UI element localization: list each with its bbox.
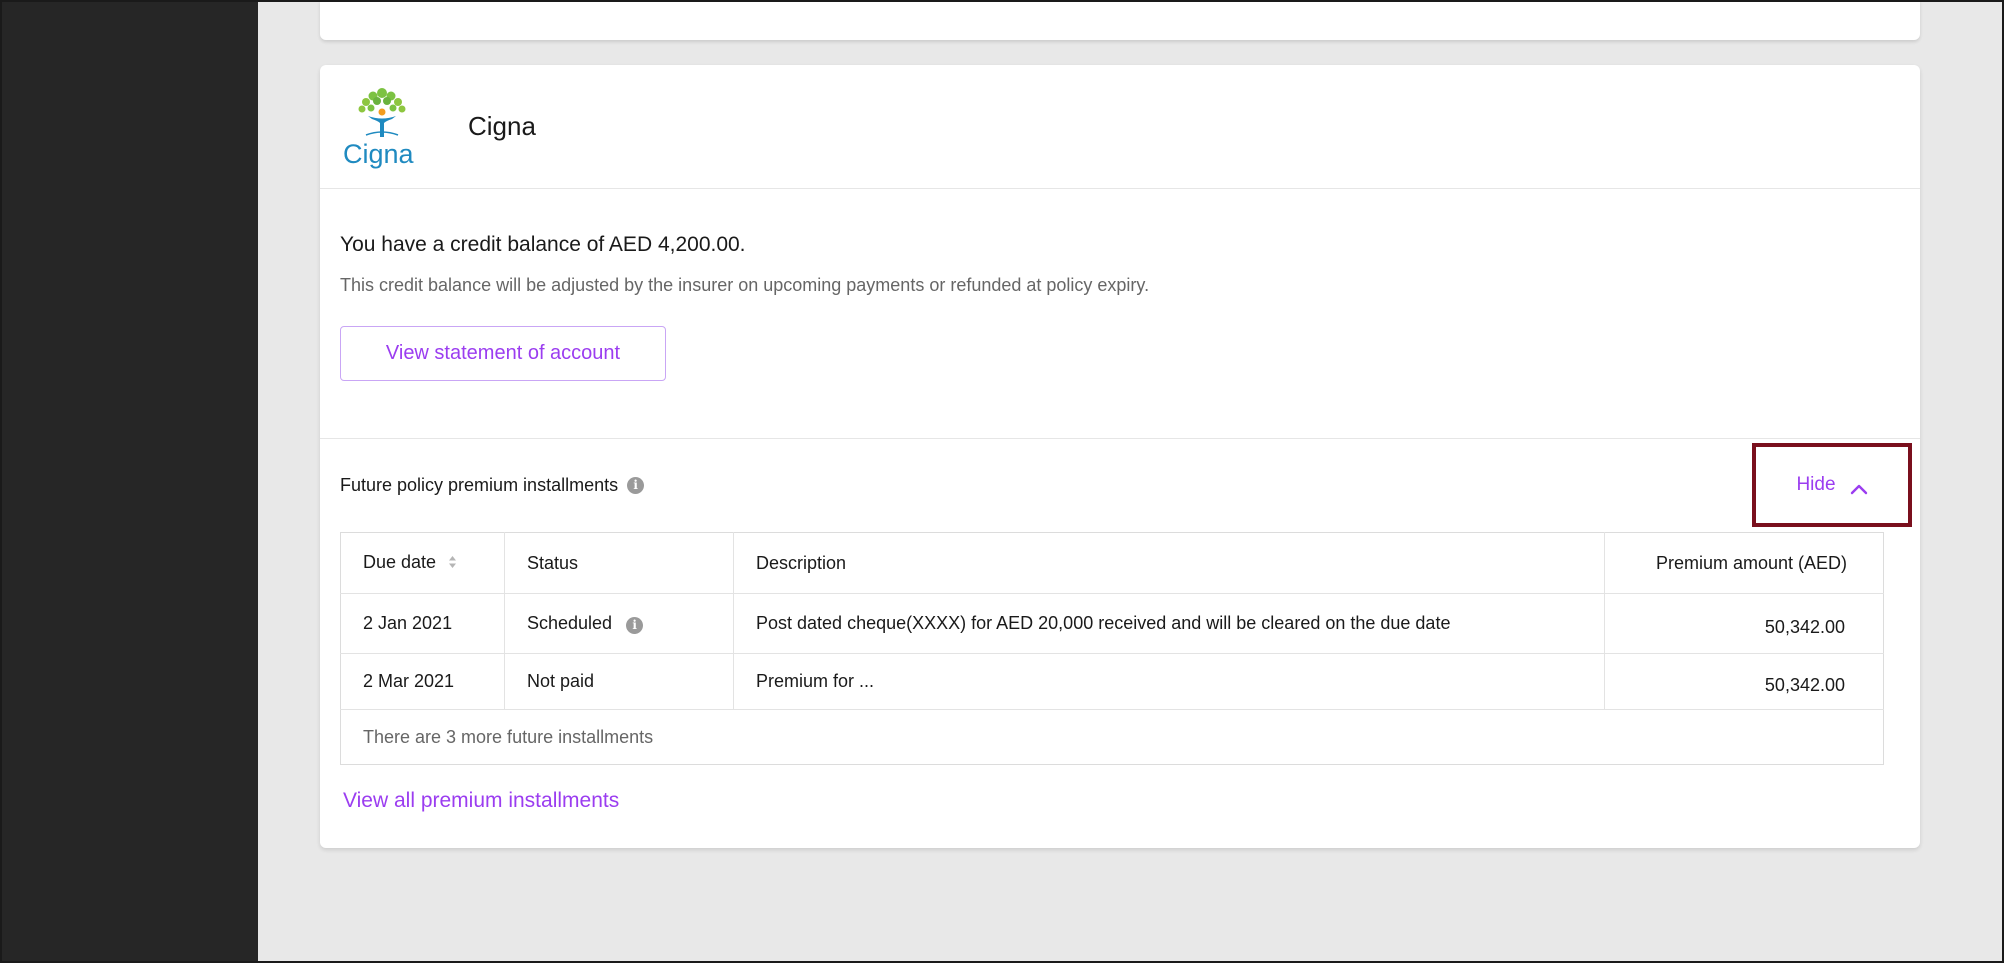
table-row: 2 Mar 2021 Not paid Premium for ... 50,3…: [340, 653, 1884, 710]
row-amount: 50,342.00: [1604, 593, 1884, 654]
column-header-description: Description: [733, 532, 1605, 594]
left-dark-panel: [0, 0, 258, 963]
row-amount: 50,342.00: [1604, 653, 1884, 710]
credit-balance-section: You have a credit balance of AED 4,200.0…: [320, 189, 1920, 439]
hide-label: Hide: [1796, 474, 1836, 495]
row-description: Post dated cheque(XXXX) for AED 20,000 r…: [733, 593, 1605, 654]
row-due-date: 2 Jan 2021: [340, 593, 505, 654]
future-installments-title-text: Future policy premium installments: [340, 475, 619, 495]
column-header-status: Status: [504, 532, 734, 594]
credit-balance-title: You have a credit balance of AED 4,200.0…: [340, 233, 746, 256]
sort-icon[interactable]: [448, 553, 457, 574]
future-installments-header: Future policy premium installments i: [340, 439, 1900, 532]
row-due-date: 2 Mar 2021: [340, 653, 505, 710]
column-header-due-date[interactable]: Due date: [340, 532, 505, 594]
info-icon[interactable]: i: [627, 477, 645, 494]
cigna-logo-icon: Cigna: [342, 85, 422, 169]
installments-table: Due date Status Description Premium amou…: [340, 532, 1884, 765]
row-status-text: Scheduled: [527, 613, 613, 633]
insurer-name: Cigna: [468, 111, 536, 141]
credit-balance-description: This credit balance will be adjusted by …: [340, 275, 1150, 295]
row-status: Not paid: [504, 653, 734, 710]
main-content: Cigna Cigna You have a credit balance of…: [258, 0, 2004, 963]
insurer-card: Cigna Cigna You have a credit balance of…: [320, 65, 1920, 848]
row-status: Scheduled i: [504, 593, 734, 654]
svg-text:Cigna: Cigna: [343, 139, 415, 169]
previous-card: [320, 0, 1920, 40]
due-date-header-label: Due date: [363, 552, 437, 573]
table-footer-row: There are 3 more future installments: [341, 710, 1884, 765]
view-all-installments-link[interactable]: View all premium installments: [343, 789, 619, 813]
future-installments-section: Future policy premium installments i Hid…: [320, 439, 1920, 813]
info-icon[interactable]: i: [626, 617, 644, 634]
chevron-up-icon: [1850, 479, 1868, 495]
table-header-row: Due date Status Description Premium amou…: [340, 532, 1884, 594]
column-header-amount: Premium amount (AED): [1604, 532, 1884, 594]
hide-toggle-button[interactable]: Hide: [1752, 443, 1912, 527]
card-header: Cigna Cigna: [320, 65, 1920, 189]
row-description: Premium for ...: [733, 653, 1605, 710]
future-installments-title: Future policy premium installments i: [340, 475, 645, 496]
table-row: 2 Jan 2021 Scheduled i Post dated cheque…: [340, 593, 1884, 654]
more-installments-note: There are 3 more future installments: [363, 726, 654, 747]
view-statement-button[interactable]: View statement of account: [340, 326, 666, 381]
